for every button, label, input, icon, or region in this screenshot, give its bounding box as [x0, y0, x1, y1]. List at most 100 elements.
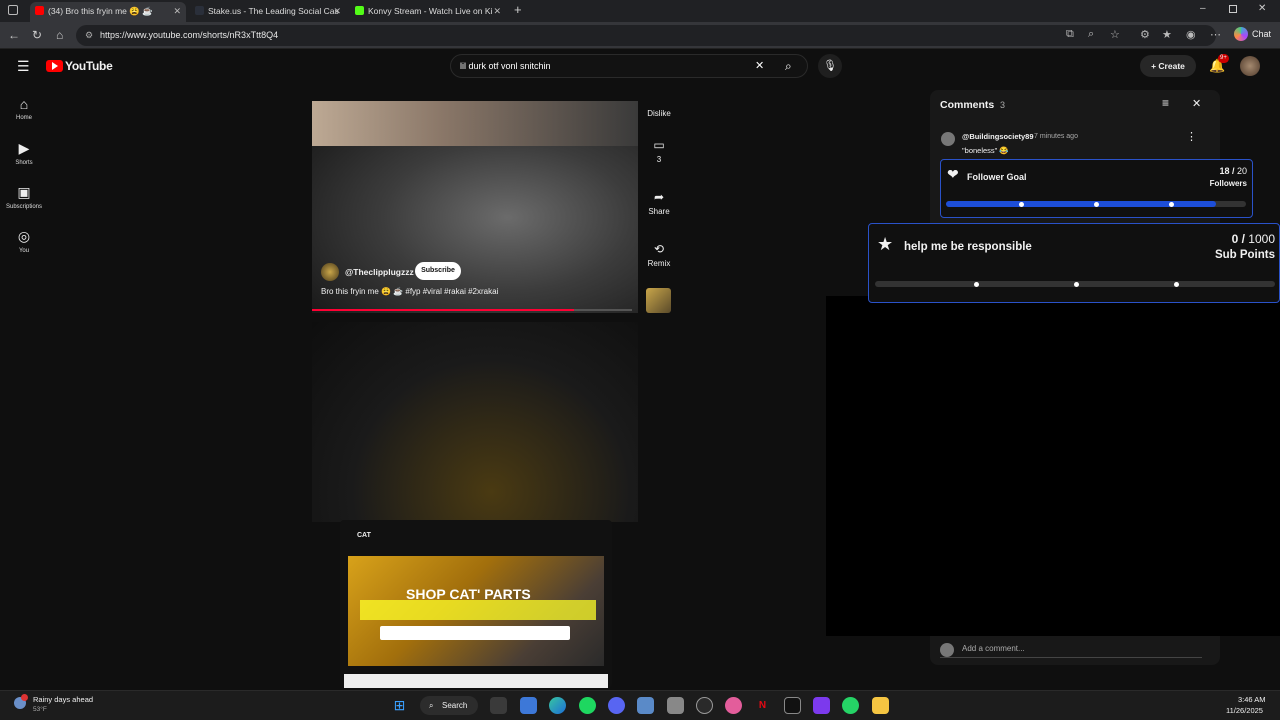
back-icon[interactable]: ←: [8, 28, 20, 42]
comment-input-row[interactable]: Add a comment...: [940, 642, 1202, 658]
sub-goal-current: 0: [1231, 232, 1239, 246]
file-manager-icon[interactable]: [520, 697, 537, 714]
discord-icon[interactable]: [608, 697, 625, 714]
subscribe-button[interactable]: Subscribe: [415, 262, 461, 280]
snipping-tool-icon[interactable]: [637, 697, 654, 714]
share-button[interactable]: ➦ Share: [640, 190, 678, 216]
channel-name[interactable]: @Theclipplugzzz: [345, 267, 414, 277]
site-info-icon[interactable]: ⚙: [85, 25, 93, 46]
folder-icon[interactable]: [872, 697, 889, 714]
tab-stake[interactable]: Stake.us - The Leading Social Cas ✕: [190, 2, 346, 22]
copilot-icon[interactable]: [1234, 27, 1248, 41]
short-video-player[interactable]: @Theclipplugzzz Subscribe Bro this fryin…: [312, 101, 638, 313]
settings-icon[interactable]: ⚙: [1140, 28, 1150, 41]
sidebar-item-you[interactable]: ◎ You: [0, 228, 48, 254]
video-progress-track[interactable]: [312, 309, 632, 311]
cat-ad-highlight: [360, 600, 596, 620]
milestone-dot: [1094, 201, 1099, 207]
dislike-label: Dislike: [647, 109, 671, 118]
new-tab-icon[interactable]: +: [514, 2, 522, 17]
clear-search-icon[interactable]: ✕: [755, 55, 764, 77]
tab-title: Konvy Stream - Watch Live on Ki: [368, 6, 493, 16]
share-icon: ➦: [653, 190, 665, 204]
favorite-icon[interactable]: ☆: [1110, 28, 1120, 41]
weather-title[interactable]: Rainy days ahead: [33, 695, 93, 704]
next-short-video[interactable]: [312, 322, 638, 522]
sidebar-item-home[interactable]: ⌂ Home: [0, 96, 48, 121]
zoom-icon[interactable]: ⌕: [1088, 28, 1094, 41]
comment-author[interactable]: @Buildingsociety89: [962, 132, 1034, 141]
stream-overlay-background: [826, 296, 1280, 636]
menu-icon[interactable]: ☰: [17, 58, 30, 75]
itunes-icon[interactable]: [725, 697, 742, 714]
sort-icon[interactable]: ≡: [1162, 96, 1169, 110]
capcut-icon[interactable]: [784, 697, 801, 714]
share-label: Share: [648, 207, 670, 216]
address-bar[interactable]: ⚙ https://www.youtube.com/shorts/nR3xTtt…: [76, 25, 1216, 46]
profile-icon[interactable]: ◉: [1186, 28, 1196, 41]
milestone-dot: [974, 281, 979, 287]
refresh-icon[interactable]: ↻: [32, 28, 42, 42]
dislike-button[interactable]: Dislike: [640, 109, 678, 118]
weather-temp: 53°F: [33, 706, 47, 713]
spotify-icon[interactable]: [579, 697, 596, 714]
create-label: Create: [1158, 61, 1185, 71]
windows-start-icon[interactable]: ⊞: [391, 697, 408, 714]
search-icon[interactable]: ⌕: [785, 55, 792, 77]
create-button[interactable]: + Create: [1140, 55, 1196, 77]
voice-search-icon[interactable]: 🎙: [818, 54, 842, 78]
search-icon: ⌕: [429, 701, 434, 710]
steam-icon[interactable]: [696, 697, 713, 714]
close-tab-icon[interactable]: ✕: [493, 2, 501, 20]
more-icon[interactable]: ⋯: [1210, 28, 1221, 41]
maximize-icon[interactable]: [1229, 5, 1237, 13]
clock-time[interactable]: 3:46 AM: [1238, 695, 1266, 704]
heart-icon: ❤: [947, 166, 959, 182]
remix-button[interactable]: ⟲ Remix: [640, 242, 678, 268]
shorts-icon: ▶: [18, 140, 30, 156]
twitch-app-icon[interactable]: [813, 697, 830, 714]
follower-goal-current: 18: [1219, 166, 1230, 176]
youtube-logo-play-icon: [52, 62, 58, 70]
minimize-icon[interactable]: –: [1200, 3, 1206, 14]
youtube-logo-text[interactable]: YouTube: [65, 59, 113, 73]
channel-avatar[interactable]: [321, 263, 339, 281]
avatar[interactable]: [1240, 56, 1260, 76]
weather-badge: [21, 694, 28, 701]
remix-label: Remix: [647, 259, 671, 268]
copilot-chat-label[interactable]: Chat: [1252, 29, 1271, 39]
photos-icon[interactable]: [667, 697, 684, 714]
cat-ad-overlay[interactable]: CAT SHOP CAT' PARTS: [340, 520, 612, 688]
clock-date[interactable]: 11/26/2025: [1226, 706, 1263, 715]
sound-thumbnail[interactable]: [646, 288, 671, 313]
follower-goal-count: 18 / 20: [1219, 166, 1247, 176]
sidebar-item-label: Shorts: [15, 160, 33, 166]
comment-more-icon[interactable]: ⋮: [1186, 130, 1197, 143]
window-menu-icon[interactable]: [8, 5, 18, 15]
sidebar-item-label: Subscriptions: [5, 204, 43, 210]
edge-icon[interactable]: [549, 697, 566, 714]
search-input[interactable]: lil durk otf vonl snitchin ✕ ⌕: [450, 54, 808, 78]
close-comments-icon[interactable]: ✕: [1192, 97, 1201, 110]
close-tab-icon[interactable]: ✕: [333, 2, 341, 20]
sidebar-item-label: Home: [15, 115, 32, 121]
tab-konvy[interactable]: Konvy Stream - Watch Live on Ki ✕: [350, 2, 506, 22]
taskbar-search[interactable]: ⌕ Search: [420, 696, 478, 715]
follower-goal-target: 20: [1236, 166, 1247, 176]
tab-active[interactable]: (34) Bro this fryin me 😩 ☕ ✕: [30, 2, 186, 22]
home-icon[interactable]: ⌂: [56, 28, 63, 42]
comment-avatar[interactable]: [941, 132, 955, 146]
subscriptions-icon: ▣: [17, 184, 31, 200]
cat-ad-image: SHOP CAT' PARTS: [348, 556, 604, 666]
comments-button[interactable]: ▭ 3: [640, 138, 678, 164]
close-tab-icon[interactable]: ✕: [173, 2, 181, 20]
tab-title: Stake.us - The Leading Social Cas: [208, 6, 339, 16]
collections-icon[interactable]: ★: [1162, 28, 1172, 41]
close-window-icon[interactable]: ✕: [1258, 3, 1266, 14]
task-view-icon[interactable]: [490, 697, 507, 714]
netflix-icon[interactable]: N: [754, 697, 771, 714]
sidebar-item-subscriptions[interactable]: ▣ Subscriptions: [0, 184, 48, 210]
whatsapp-icon[interactable]: [842, 697, 859, 714]
sidebar-item-shorts[interactable]: ▶ Shorts: [0, 140, 48, 166]
extensions-icon[interactable]: ⧉: [1066, 28, 1074, 41]
